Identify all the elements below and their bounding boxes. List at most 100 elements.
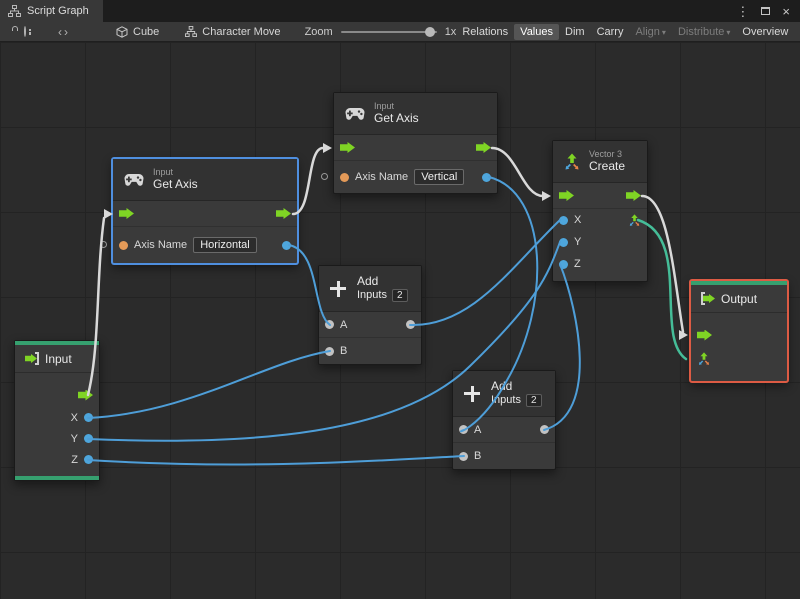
port-label: Z	[71, 453, 78, 466]
node-get-axis-horizontal[interactable]: Input Get Axis Axis Name Horizontal	[100, 158, 298, 264]
align-dropdown[interactable]: Align ▾	[629, 24, 671, 40]
info-icon[interactable]	[24, 26, 31, 37]
vector3-input-port[interactable]	[697, 352, 711, 366]
wire-flow-vertical-to-vector3[interactable]	[490, 146, 545, 198]
io-accent-bar	[15, 476, 99, 480]
input-port-a[interactable]	[459, 425, 468, 434]
flow-in-port[interactable]	[340, 142, 355, 153]
graph-output-icon	[701, 292, 715, 305]
y-output-port[interactable]	[84, 434, 93, 443]
port-row-x: X	[553, 209, 647, 231]
axis-name-field[interactable]: Horizontal	[193, 237, 257, 253]
port-label: A	[474, 423, 482, 436]
add-icon	[327, 278, 349, 300]
x-input-port[interactable]	[559, 215, 568, 225]
zoom-label: Zoom	[304, 25, 333, 38]
node-vector3-create[interactable]: Vector 3 Create X Y Z	[552, 140, 648, 282]
port-row-y: Y	[553, 231, 647, 253]
close-icon[interactable]: ×	[782, 5, 790, 18]
vector3-output-port[interactable]	[628, 213, 641, 227]
breadcrumb-gameobject[interactable]: Cube	[116, 26, 159, 38]
zoom-value: 1x	[444, 25, 457, 38]
z-output-port[interactable]	[84, 455, 93, 464]
inputs-label: Inputs	[357, 289, 387, 302]
flow-arrowhead	[542, 191, 551, 201]
inputs-count-field[interactable]: 2	[525, 393, 542, 408]
input-port-b[interactable]	[459, 451, 468, 461]
flow-out-port[interactable]	[476, 142, 491, 153]
breadcrumb-object-label: Cube	[133, 25, 160, 38]
z-input-port[interactable]	[559, 259, 568, 269]
gamepad-icon	[344, 107, 366, 121]
zoom-control: Zoom 1x	[305, 26, 457, 38]
values-button[interactable]: Values	[514, 23, 559, 40]
script-graph-icon	[8, 5, 21, 17]
node-title: Input	[45, 351, 72, 366]
axis-name-field[interactable]: Vertical	[414, 169, 465, 185]
flow-port-row	[113, 201, 297, 227]
overview-button[interactable]: Overview	[736, 24, 794, 40]
node-title: Get Axis	[153, 176, 198, 191]
unconnected-port-icon	[321, 173, 328, 180]
float-output-port[interactable]	[282, 240, 291, 250]
flow-out-port[interactable]	[276, 208, 291, 219]
input-port-a[interactable]	[325, 320, 334, 329]
axis-name-input-port[interactable]	[119, 240, 128, 250]
port-label: B	[474, 450, 482, 462]
port-row-b: B	[319, 338, 421, 364]
sum-output-port[interactable]	[540, 425, 549, 434]
kebab-menu-icon[interactable]: ⋮	[736, 5, 749, 18]
graph-canvas[interactable]: Input Get Axis Axis Name Vertical Input …	[0, 42, 800, 599]
wire-flow-vector3-to-output[interactable]	[640, 194, 685, 334]
node-get-axis-vertical[interactable]: Input Get Axis Axis Name Vertical	[321, 92, 498, 194]
vector3-icon	[563, 153, 581, 171]
node-title: Output	[721, 291, 758, 306]
sum-output-port[interactable]	[406, 320, 415, 329]
port-label: Y	[70, 432, 78, 445]
node-header: Add Inputs 2	[319, 266, 421, 312]
wire-input-x-to-add1-b[interactable]	[87, 350, 331, 419]
zoom-slider[interactable]	[340, 26, 437, 37]
dim-button[interactable]: Dim	[559, 24, 591, 40]
float-output-port[interactable]	[482, 172, 491, 182]
graph-toolbar: ‹› Cube Character Move Zoom 1x Relations…	[0, 22, 800, 42]
node-body: X Y Z	[15, 373, 99, 480]
value-port-row: Axis Name Horizontal	[100, 227, 297, 263]
tab-script-graph[interactable]: Script Graph	[0, 0, 103, 22]
flow-out-port[interactable]	[78, 389, 93, 401]
flow-in-port[interactable]	[559, 190, 574, 201]
gamepad-icon	[123, 173, 145, 187]
toolbar-buttons: Relations Values Dim Carry Align ▾ Distri…	[456, 23, 794, 40]
y-input-port[interactable]	[559, 237, 568, 247]
relations-button[interactable]: Relations	[456, 24, 514, 40]
value-port-row: Axis Name Vertical	[321, 161, 497, 193]
port-row-z: Z	[15, 449, 99, 470]
code-brackets-icon[interactable]: ‹›	[58, 25, 70, 39]
flow-in-port[interactable]	[697, 329, 712, 341]
input-port-b[interactable]	[325, 346, 334, 356]
align-label: Align	[635, 25, 660, 38]
maximize-icon[interactable]	[761, 7, 771, 15]
carry-button[interactable]: Carry	[591, 24, 630, 40]
distribute-dropdown[interactable]: Distribute ▾	[672, 24, 736, 40]
wire-input-z-to-add2-b[interactable]	[87, 455, 465, 466]
flow-port-row	[15, 383, 99, 407]
zoom-slider-knob[interactable]	[424, 26, 435, 37]
inputs-count-field[interactable]: 2	[391, 288, 408, 303]
node-add-2[interactable]: Add Inputs 2 A B	[452, 370, 556, 470]
node-body	[691, 313, 787, 381]
node-header: Input Get Axis	[113, 159, 297, 201]
node-title: Create	[589, 158, 626, 173]
port-row-b: B	[453, 443, 555, 469]
breadcrumb-graph[interactable]: Character Move	[185, 26, 281, 38]
node-graph-output[interactable]: Output	[690, 280, 788, 382]
x-output-port[interactable]	[84, 413, 93, 422]
node-header: Vector 3 Create	[553, 141, 647, 183]
wire-add1-to-vector3-x[interactable]	[409, 219, 561, 327]
flow-in-port[interactable]	[119, 208, 134, 219]
axis-name-input-port[interactable]	[340, 172, 349, 182]
port-label: Z	[574, 258, 581, 270]
flow-out-port[interactable]	[626, 190, 641, 201]
node-graph-input[interactable]: Input X Y Z	[14, 340, 100, 481]
node-add-1[interactable]: Add Inputs 2 A B	[318, 265, 422, 365]
